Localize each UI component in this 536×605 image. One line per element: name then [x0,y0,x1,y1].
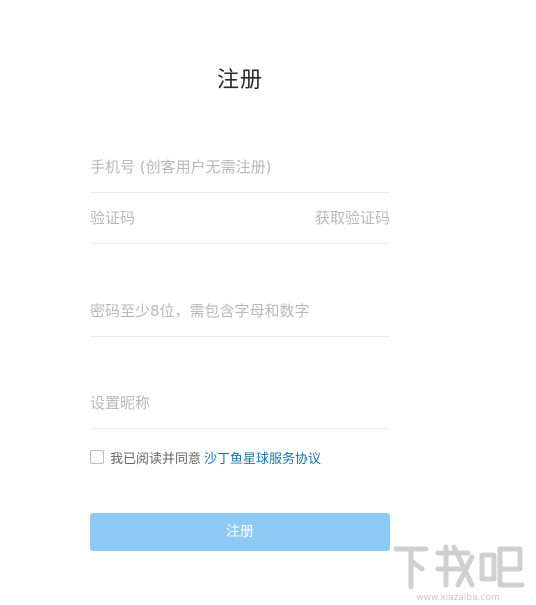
agree-checkbox[interactable] [90,450,104,464]
phone-field-wrapper [90,142,390,193]
register-button[interactable]: 注册 [90,513,390,551]
password-field-wrapper [90,286,390,337]
watermark-logo: www.xiazaiba.com [393,544,525,603]
service-agreement-link[interactable]: 沙丁鱼星球服务协议 [204,448,321,467]
verification-code-input[interactable] [90,193,290,243]
nickname-input[interactable] [90,378,390,428]
phone-input[interactable] [90,142,390,192]
agreement-text: 我已阅读并同意 [110,451,202,467]
svg-text:www.xiazaiba.com: www.xiazaiba.com [416,593,500,603]
nickname-field-wrapper [90,378,390,429]
agreement-row: 我已阅读并同意 沙丁鱼星球服务协议 [90,448,321,467]
get-code-button[interactable]: 获取验证码 [315,193,390,243]
password-input[interactable] [90,286,390,336]
register-page: 注册 获取验证码 我已阅读并同意 沙丁鱼星球服务协议 注册 www.xiazai… [0,0,536,605]
code-field-wrapper: 获取验证码 [90,193,390,244]
page-title: 注册 [216,68,263,93]
